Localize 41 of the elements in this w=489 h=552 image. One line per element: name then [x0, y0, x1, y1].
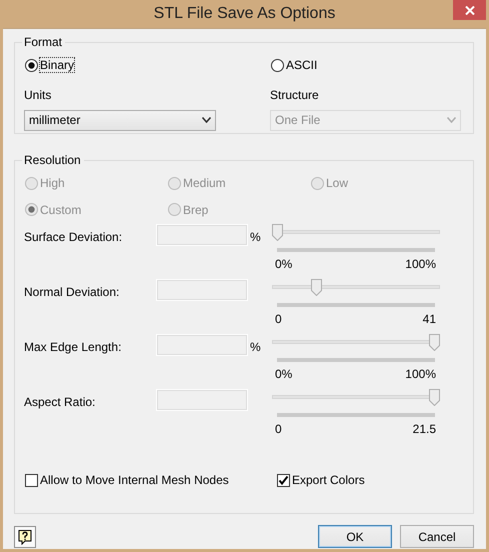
- unit-label: %: [249, 340, 261, 354]
- caret-icon: [202, 117, 211, 123]
- dropdown[interactable]: millimeter: [24, 110, 216, 130]
- scale-max-label: 100%: [405, 257, 436, 271]
- radio-icon: [25, 203, 38, 216]
- unit-label: %: [249, 230, 261, 244]
- close-button[interactable]: [453, 0, 486, 20]
- scale-min-label: 0: [275, 422, 282, 436]
- field-label: Normal Deviation:: [24, 285, 120, 299]
- field-label: Aspect Ratio:: [24, 395, 96, 409]
- close-icon: [464, 6, 474, 14]
- help-button[interactable]: [14, 526, 36, 548]
- field-label: Surface Deviation:: [24, 230, 124, 244]
- group-title: Format: [23, 35, 64, 49]
- group-title: Resolution: [23, 153, 82, 167]
- radio-icon: [25, 58, 38, 72]
- radio-icon: [168, 203, 181, 216]
- window-title: STL File Save As Options: [152, 4, 336, 24]
- checkbox[interactable]: Allow to Move Internal Mesh Nodes: [24, 472, 230, 488]
- scale-min-label: 0%: [275, 257, 292, 271]
- dialog-button[interactable]: OK: [318, 525, 392, 548]
- checkbox-icon: [277, 474, 290, 486]
- scale-min-label: 0%: [275, 367, 292, 381]
- caret-icon: [447, 117, 456, 123]
- radio-button[interactable]: ASCII: [270, 57, 318, 73]
- field-label: Structure: [270, 88, 320, 102]
- checkbox-icon: [25, 474, 38, 486]
- dialog-button[interactable]: Cancel: [400, 525, 474, 548]
- scale-max-label: 100%: [405, 367, 436, 381]
- radio-button[interactable]: Binary: [24, 57, 76, 73]
- radio-icon: [25, 176, 38, 190]
- field-label: Units: [24, 88, 52, 102]
- help-icon: [17, 528, 33, 544]
- radio-icon: [311, 176, 324, 190]
- scale-max-label: 21.5: [412, 422, 436, 436]
- checkbox[interactable]: Export Colors: [276, 472, 366, 488]
- radio-icon: [168, 176, 181, 190]
- scale-max-label: 41: [422, 312, 436, 326]
- scale-min-label: 0: [275, 312, 282, 326]
- field-label: Max Edge Length:: [24, 340, 122, 354]
- radio-icon: [271, 58, 284, 72]
